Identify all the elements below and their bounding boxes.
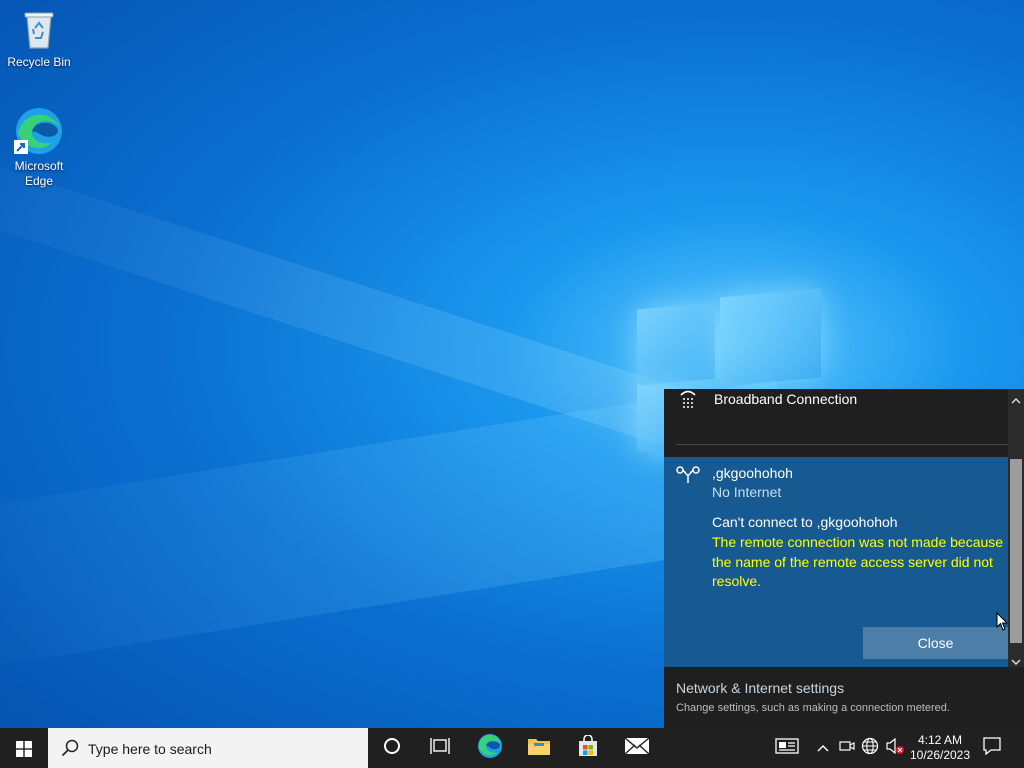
mouse-cursor-icon	[996, 611, 1009, 637]
clock-button[interactable]: 4:12 AM 10/26/2023	[908, 728, 972, 768]
desktop-icon-label: Recycle Bin	[7, 55, 71, 69]
taskbar-search-box[interactable]: Type here to search	[48, 728, 368, 768]
close-button[interactable]: Close	[863, 627, 1008, 659]
clock-time: 4:12 AM	[917, 733, 963, 747]
desktop-icon-label: Microsoft Edge	[14, 159, 64, 188]
scroll-up-arrow-icon[interactable]	[1011, 392, 1021, 410]
store-bag-icon	[577, 733, 599, 762]
start-button[interactable]	[0, 728, 48, 768]
network-settings-link[interactable]: Network & Internet settings Change setti…	[664, 667, 1024, 728]
dialup-connection-icon	[676, 465, 700, 490]
dialup-modem-icon	[678, 389, 698, 414]
taskbar-mail-button[interactable]	[613, 728, 661, 768]
globe-network-icon	[861, 737, 879, 760]
action-center-button[interactable]	[980, 728, 1004, 768]
network-flyout: Broadband Connection ,gkgoohohoh No Inte…	[664, 389, 1024, 728]
connection-card-gkgoohohoh[interactable]: ,gkgoohohoh No Internet Can't connect to…	[664, 457, 1008, 667]
folder-icon	[527, 736, 551, 761]
windows-logo-pane	[637, 302, 715, 386]
news-icon	[775, 737, 799, 759]
cortana-circle-icon	[383, 737, 401, 760]
mail-envelope-icon	[624, 736, 650, 760]
taskbar-file-explorer-button[interactable]	[515, 728, 563, 768]
meet-now-icon	[839, 739, 855, 758]
taskbar: Type here to search 4:12 AM 10/26/2023	[0, 728, 1024, 768]
recycle-bin-icon	[17, 8, 61, 52]
show-hidden-icons-button[interactable]	[814, 728, 832, 768]
taskbar-edge-button[interactable]	[466, 728, 514, 768]
notification-speech-bubble-icon	[983, 736, 1001, 760]
network-settings-title: Network & Internet settings	[676, 680, 845, 696]
speaker-muted-icon	[885, 737, 905, 760]
connection-error-title: Can't connect to ,gkgoohohoh	[712, 514, 898, 530]
broadband-connection-label: Broadband Connection	[714, 391, 858, 407]
flyout-scrollbar[interactable]	[1008, 389, 1024, 667]
edge-icon	[477, 733, 503, 764]
cortana-button[interactable]	[368, 728, 416, 768]
scrollbar-thumb[interactable]	[1010, 459, 1022, 643]
task-view-icon	[430, 737, 450, 760]
taskbar-store-button[interactable]	[564, 728, 612, 768]
task-view-button[interactable]	[416, 728, 464, 768]
news-widget-button[interactable]	[774, 728, 800, 768]
connection-status: No Internet	[712, 484, 782, 500]
volume-tray-button[interactable]	[884, 728, 906, 768]
connection-error-message: The remote connection was not made becau…	[712, 534, 1004, 589]
network-settings-subtitle: Change settings, such as making a connec…	[676, 702, 950, 714]
desktop-icon-recycle-bin[interactable]: Recycle Bin	[7, 8, 71, 70]
search-placeholder: Type here to search	[88, 741, 212, 757]
meet-now-tray-button[interactable]	[838, 728, 856, 768]
chevron-up-icon	[817, 739, 829, 757]
windows-logo-icon	[16, 741, 32, 762]
connection-name: ,gkgoohohoh	[712, 465, 793, 481]
search-icon	[61, 739, 79, 762]
network-tray-button[interactable]	[860, 728, 880, 768]
windows-logo-pane	[720, 288, 821, 387]
edge-icon	[14, 106, 64, 156]
desktop-icon-microsoft-edge[interactable]: Microsoft Edge	[7, 106, 71, 189]
clock-date: 10/26/2023	[909, 748, 971, 762]
broadband-connection-item[interactable]: Broadband Connection	[664, 389, 1014, 444]
flyout-divider	[676, 444, 1008, 445]
